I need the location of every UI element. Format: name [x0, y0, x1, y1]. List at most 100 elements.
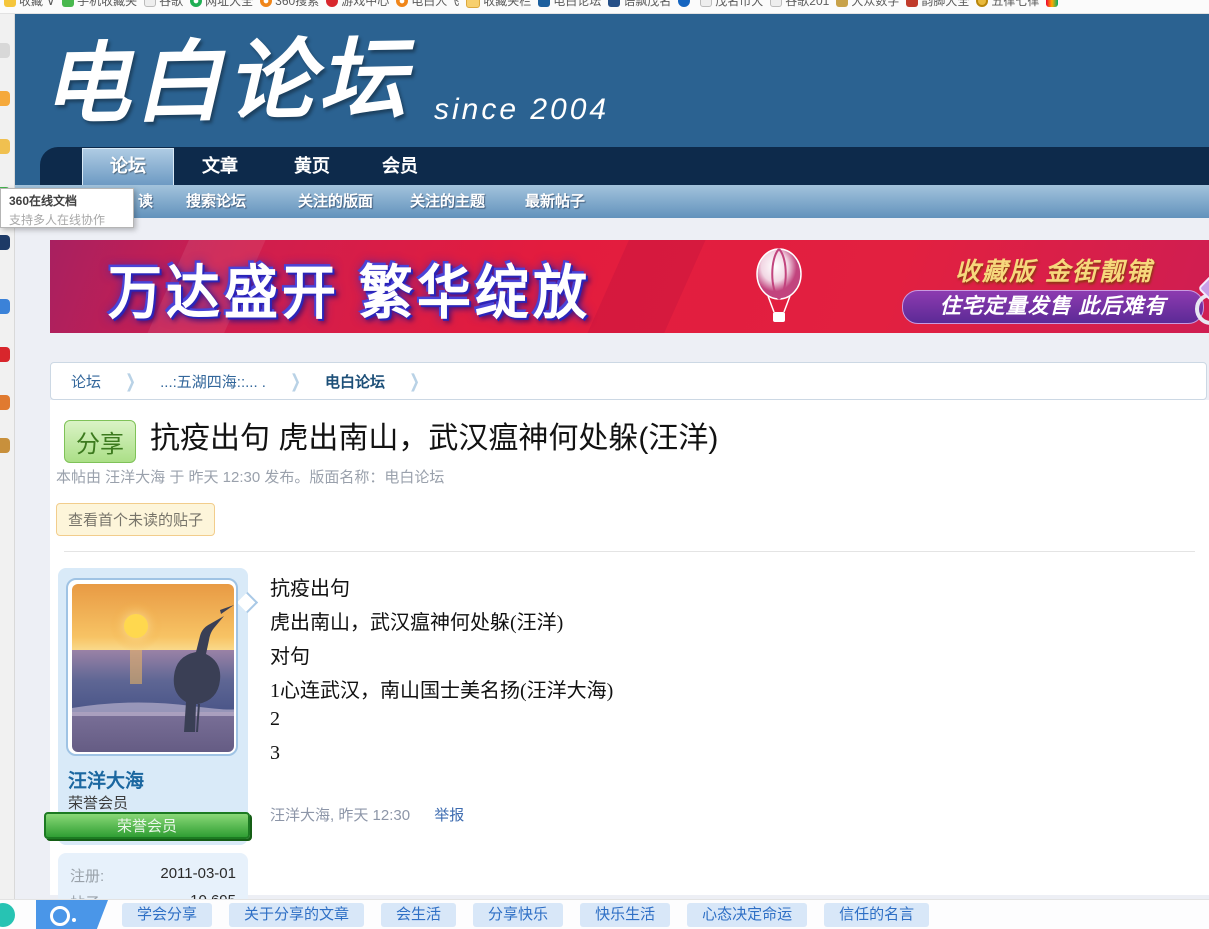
stat-value-registered: 2011-03-01: [160, 865, 236, 886]
sidebar-app-icon[interactable]: [0, 438, 10, 453]
ring-icon: [976, 0, 988, 7]
stat-label-registered: 注册:: [70, 865, 104, 886]
chevron-right-icon: ❯: [409, 371, 420, 392]
bottom-tab[interactable]: 会生活: [381, 903, 456, 927]
ad-banner[interactable]: 万达盛开 繁华绽放 收藏版 金街靓铺 住宅定量发售 此后难有: [50, 240, 1209, 333]
post-line: 虎出南山，武汉瘟神何处躲(汪洋): [270, 606, 563, 635]
bookmark-item[interactable]: 收藏夹栏: [466, 0, 531, 9]
tooltip-title: 360在线文档: [9, 192, 133, 209]
site-icon: [836, 0, 848, 7]
post-line: 3: [270, 742, 280, 765]
ring-icon: [1188, 276, 1209, 328]
bookmark-item[interactable]: 五律七律: [976, 0, 1039, 9]
browser-page: 收藏 ∨ 手机收藏夹 谷歌 网址大全 360搜索 游戏中心 电白人飞 收藏夹栏 …: [0, 0, 1209, 929]
game-icon: [326, 0, 338, 7]
avatar-image-sunset-heron: [72, 584, 234, 752]
author-rank: 荣誉会员: [68, 792, 128, 813]
nav-corner-decoration: [14, 147, 80, 185]
balloon-icon: [750, 248, 808, 326]
sidebar-app-icon[interactable]: [0, 347, 10, 362]
breadcrumb-forum[interactable]: 论坛: [71, 371, 101, 392]
bookmark-item[interactable]: 收藏 ∨: [4, 0, 55, 9]
site-icon: [1046, 0, 1058, 7]
banner-streak: [580, 240, 709, 333]
site-logo[interactable]: 电白论坛: [41, 8, 411, 141]
tab-articles[interactable]: 文章: [190, 147, 250, 185]
sidebar-app-icon[interactable]: [0, 395, 10, 410]
bookmark-item[interactable]: 语飘茂名: [608, 0, 671, 9]
subnav-mark-read[interactable]: 读: [138, 185, 153, 218]
phone-icon: [62, 0, 74, 7]
site-header: 电白论坛 since 2004: [14, 13, 1209, 147]
site-icon: [396, 0, 408, 7]
banner-headline: 万达盛开 繁华绽放: [108, 245, 591, 330]
bookmark-item[interactable]: 大众数字: [836, 0, 899, 9]
folder-icon: [466, 0, 480, 8]
bookmark-item[interactable]: 游戏中心: [326, 0, 389, 9]
sidebar-app-icon[interactable]: [0, 139, 10, 154]
sub-nav: 读 搜索论坛 关注的版面 关注的主题 最新帖子: [14, 185, 1209, 218]
bookmark-item[interactable]: [1046, 0, 1058, 7]
report-link[interactable]: 举报: [434, 807, 464, 824]
sidebar-app-icon[interactable]: [0, 299, 10, 314]
bookmark-item[interactable]: 韵脚大全: [906, 0, 969, 9]
sidebar-app-icon[interactable]: [0, 43, 10, 58]
bottom-tab[interactable]: 分享快乐: [473, 903, 563, 927]
subnav-search-forum[interactable]: 搜索论坛: [186, 185, 246, 218]
chevron-right-icon: ❯: [125, 371, 136, 392]
bookmark-item[interactable]: 电白人飞: [396, 0, 459, 9]
thread-title: 抗疫出句 虎出南山，武汉瘟神何处躲(汪洋): [150, 413, 718, 457]
breadcrumb: 论坛 ❯ ...:五湖四海::... . ❯ 电白论坛 ❯: [50, 362, 1207, 400]
view-first-unread-button[interactable]: 查看首个未读的贴子: [56, 503, 215, 536]
subnav-watched-forums[interactable]: 关注的版面: [298, 185, 373, 218]
bottom-tab-bar: 学会分享 关于分享的文章 会生活 分享快乐 快乐生活 心态决定命运 信任的名言: [0, 899, 1209, 929]
o-ring-icon: [50, 906, 70, 926]
bookmark-item[interactable]: 网址大全: [190, 0, 253, 9]
bookmark-item[interactable]: 谷歌: [144, 0, 183, 9]
bottom-tab[interactable]: 快乐生活: [580, 903, 670, 927]
breadcrumb-current[interactable]: 电白论坛: [325, 371, 385, 392]
bottom-tab[interactable]: 信任的名言: [824, 903, 929, 927]
bookmark-item[interactable]: 电白论坛: [538, 0, 601, 9]
forum-icon: [538, 0, 550, 7]
post-line: 2: [270, 708, 280, 731]
site-icon: [906, 0, 918, 7]
site-icon: [608, 0, 620, 7]
o-dot-icon: [72, 918, 76, 922]
divider: [64, 551, 1195, 552]
thread-meta: 本帖由 汪洋大海 于 昨天 12:30 发布。版面名称：电白论坛: [56, 466, 444, 487]
subnav-latest-posts[interactable]: 最新帖子: [525, 185, 585, 218]
site-icon: [190, 0, 202, 7]
browser-side-strip: [0, 13, 15, 929]
post-footer: 汪洋大海, 昨天 12:30 举报: [270, 804, 464, 825]
site-tagline: since 2004: [434, 93, 609, 127]
bottom-tab[interactable]: 学会分享: [122, 903, 212, 927]
breadcrumb-category[interactable]: ...:五湖四海::... .: [160, 371, 266, 392]
search-360-icon[interactable]: [36, 900, 108, 929]
globe-icon: [678, 0, 690, 7]
subnav-watched-threads[interactable]: 关注的主题: [410, 185, 485, 218]
bookmark-item[interactable]: 手机收藏夹: [62, 0, 137, 9]
tab-yellowpages[interactable]: 黄页: [282, 147, 342, 185]
author-rank-badge[interactable]: 荣誉会员: [44, 812, 250, 839]
bookmark-item[interactable]: [678, 0, 693, 7]
bookmarks-bar: 收藏 ∨ 手机收藏夹 谷歌 网址大全 360搜索 游戏中心 电白人飞 收藏夹栏 …: [0, 0, 1209, 14]
sidebar-app-icon[interactable]: [0, 235, 10, 250]
bookmark-item[interactable]: 360搜索: [260, 0, 319, 9]
tab-forum[interactable]: 论坛: [82, 148, 174, 185]
bookmark-item[interactable]: 茂名市大: [700, 0, 763, 9]
page-icon: [770, 0, 782, 7]
bottom-tab[interactable]: 关于分享的文章: [229, 903, 364, 927]
banner-tag-top: 收藏版 金街靓铺: [955, 252, 1153, 288]
bookmark-item[interactable]: 谷歌201: [770, 0, 829, 9]
sidebar-app-icon[interactable]: [0, 91, 10, 106]
browser-badge-icon[interactable]: [0, 903, 15, 927]
bottom-tab[interactable]: 心态决定命运: [687, 903, 807, 927]
post-line: 对句: [270, 640, 310, 669]
tab-members[interactable]: 会员: [370, 147, 430, 185]
avatar[interactable]: [66, 578, 238, 756]
main-nav: 论坛 文章 黄页 会员: [14, 147, 1209, 185]
author-username[interactable]: 汪洋大海: [68, 766, 144, 793]
thread-prefix-badge[interactable]: 分享: [64, 420, 136, 463]
post-line: 抗疫出句: [270, 572, 350, 601]
